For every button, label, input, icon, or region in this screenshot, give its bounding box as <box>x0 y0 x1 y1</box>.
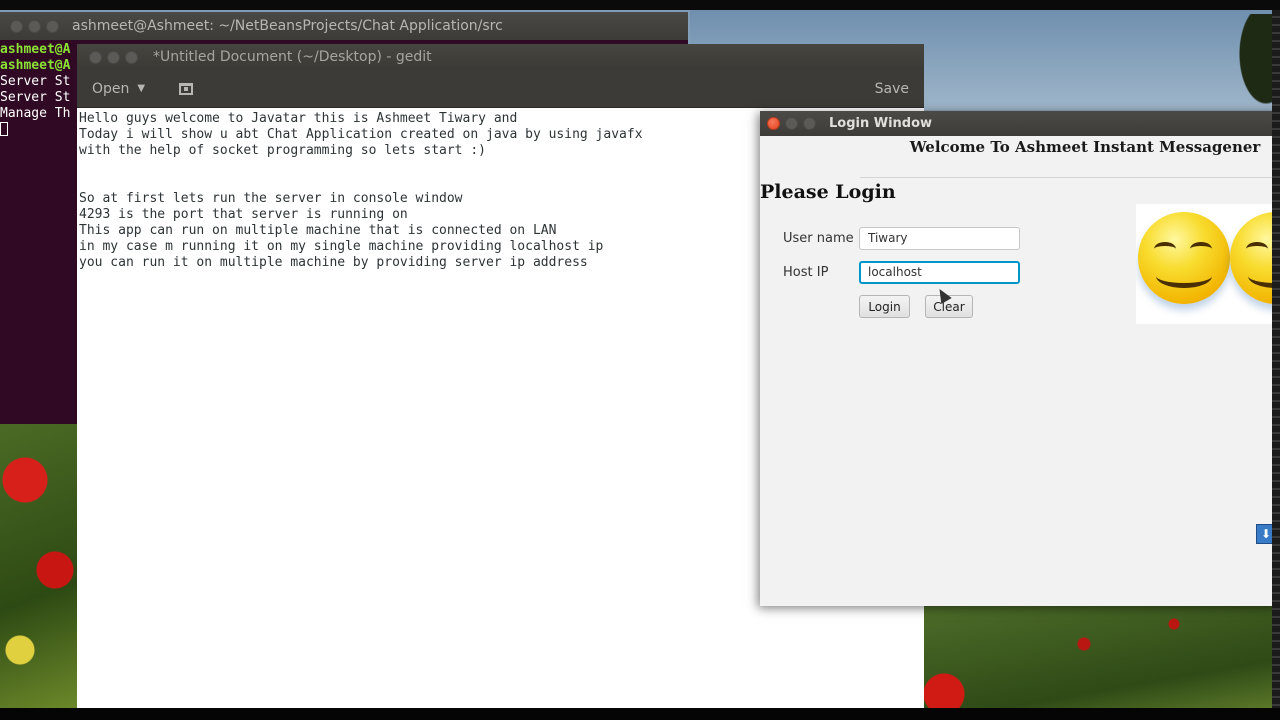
smiley-image <box>1136 204 1280 324</box>
terminal-minimize-button[interactable] <box>28 19 41 33</box>
right-edge-strip <box>1272 10 1280 710</box>
hostip-field[interactable]: localhost <box>859 261 1020 284</box>
username-field[interactable]: Tiwary <box>859 227 1020 250</box>
gedit-maximize-button[interactable] <box>125 50 138 64</box>
login-close-button[interactable] <box>767 117 780 130</box>
hostip-label: Host IP <box>783 265 829 280</box>
page-title: Please Login <box>760 181 896 203</box>
top-panel <box>0 0 1280 10</box>
gedit-minimize-button[interactable] <box>107 50 120 64</box>
login-button[interactable]: Login <box>859 295 910 318</box>
new-tab-icon[interactable] <box>179 82 194 95</box>
wallpaper-flowers-right <box>924 604 1280 710</box>
login-titlebar[interactable]: Login Window <box>760 111 1280 136</box>
login-maximize-button[interactable] <box>803 117 816 130</box>
bottom-panel <box>0 708 1280 720</box>
username-label: User name <box>783 231 854 246</box>
terminal-close-button[interactable] <box>10 19 23 33</box>
login-minimize-button[interactable] <box>785 117 798 130</box>
gedit-title: *Untitled Document (~/Desktop) - gedit <box>153 49 432 65</box>
terminal-maximize-button[interactable] <box>46 19 59 33</box>
wallpaper-flowers-left <box>0 420 80 710</box>
gedit-toolbar: Open ▼ Save <box>77 70 924 108</box>
open-button[interactable]: Open ▼ <box>92 81 145 97</box>
login-window[interactable]: Login Window Welcome To Ashmeet Instant … <box>760 111 1280 606</box>
gedit-titlebar[interactable]: *Untitled Document (~/Desktop) - gedit <box>77 44 924 70</box>
terminal-cursor <box>0 122 8 136</box>
gedit-close-button[interactable] <box>89 50 102 64</box>
terminal-title: ashmeet@Ashmeet: ~/NetBeansProjects/Chat… <box>72 18 503 34</box>
login-window-title: Login Window <box>829 116 933 131</box>
welcome-banner: Welcome To Ashmeet Instant Messagener <box>860 136 1280 178</box>
chevron-down-icon: ▼ <box>137 83 146 94</box>
smiley-face-icon <box>1138 212 1230 304</box>
terminal-titlebar[interactable]: ashmeet@Ashmeet: ~/NetBeansProjects/Chat… <box>0 12 688 40</box>
open-button-label: Open <box>92 80 130 97</box>
save-button[interactable]: Save <box>875 81 909 97</box>
